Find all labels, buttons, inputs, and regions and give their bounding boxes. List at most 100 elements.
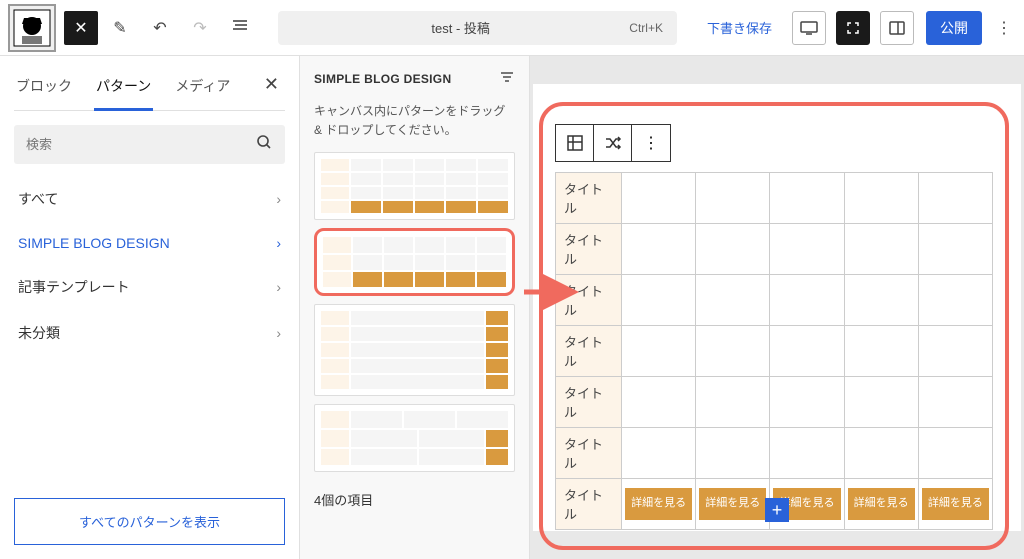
block-toolbar: ⋮ (555, 124, 671, 162)
detail-button[interactable]: 詳細を見る (848, 488, 915, 519)
pattern-thumbnail-4[interactable] (314, 404, 515, 472)
list-icon (231, 16, 249, 39)
shortcut-hint: Ctrl+K (629, 21, 663, 35)
table-cell[interactable] (918, 428, 992, 479)
table-cell[interactable] (844, 275, 918, 326)
edit-tool[interactable]: ✎ (102, 10, 138, 46)
table-cell[interactable] (696, 173, 770, 224)
table-cell[interactable] (622, 275, 696, 326)
table-cell[interactable] (844, 173, 918, 224)
table-cell[interactable] (770, 173, 844, 224)
table-cell[interactable] (918, 326, 992, 377)
row-header[interactable]: タイトル (556, 173, 622, 224)
add-block-button[interactable]: + (765, 498, 789, 522)
table-cell[interactable] (918, 377, 992, 428)
row-header[interactable]: タイトル (556, 377, 622, 428)
table-cell[interactable] (622, 377, 696, 428)
table-cell[interactable] (918, 224, 992, 275)
publish-button[interactable]: 公開 (926, 11, 982, 45)
row-header[interactable]: タイトル (556, 224, 622, 275)
table-cell: 詳細を見る (622, 479, 696, 530)
table-cell: 詳細を見る (696, 479, 770, 530)
table-cell[interactable] (696, 326, 770, 377)
detail-button[interactable]: 詳細を見る (699, 488, 766, 519)
pattern-category-title: SIMPLE BLOG DESIGN (314, 72, 451, 86)
close-icon: ✕ (264, 74, 279, 94)
site-logo[interactable] (8, 4, 56, 52)
close-editor-button[interactable]: ✕ (64, 11, 98, 45)
block-type-button[interactable] (556, 125, 594, 161)
table-cell[interactable] (844, 326, 918, 377)
category-simple-blog-design[interactable]: SIMPLE BLOG DESIGN › (14, 222, 285, 264)
table-cell[interactable] (622, 428, 696, 479)
pattern-thumbnail-2[interactable] (314, 228, 515, 296)
tab-patterns[interactable]: パターン (94, 70, 153, 111)
table-cell[interactable] (770, 377, 844, 428)
show-all-patterns-button[interactable]: すべてのパターンを表示 (14, 498, 285, 545)
table-cell[interactable] (696, 275, 770, 326)
document-title-bar[interactable]: test - 投稿 Ctrl+K (278, 11, 677, 45)
table-cell[interactable] (770, 428, 844, 479)
table-cell[interactable] (844, 428, 918, 479)
save-draft-button[interactable]: 下書き保存 (697, 18, 782, 37)
detail-button[interactable]: 詳細を見る (922, 488, 989, 519)
chevron-right-icon: › (276, 279, 281, 295)
category-label: 記事テンプレート (18, 277, 130, 297)
dots-icon: ⋮ (996, 18, 1012, 38)
pattern-hint-text: キャンバス内にパターンをドラッグ & ドロップしてください。 (314, 102, 515, 140)
category-uncategorized[interactable]: 未分類 › (14, 310, 285, 356)
row-header[interactable]: タイトル (556, 326, 622, 377)
search-icon (255, 133, 273, 156)
table-cell[interactable] (622, 326, 696, 377)
view-desktop-button[interactable] (792, 11, 826, 45)
sidebar-icon (889, 21, 905, 35)
expand-icon (846, 21, 860, 35)
redo-button[interactable]: ↷ (182, 10, 218, 46)
chevron-right-icon: › (276, 235, 281, 251)
category-all[interactable]: すべて › (14, 176, 285, 222)
redo-icon: ↷ (193, 18, 206, 38)
document-title: test - 投稿 (292, 18, 629, 37)
table-cell[interactable] (696, 428, 770, 479)
block-shuffle-button[interactable] (594, 125, 632, 161)
pattern-thumbnail-3[interactable] (314, 304, 515, 396)
pattern-search-input[interactable] (26, 137, 255, 152)
undo-button[interactable]: ↶ (142, 10, 178, 46)
pencil-icon: ✎ (113, 18, 126, 38)
table-cell: 詳細を見る (844, 479, 918, 530)
dots-icon: ⋮ (643, 133, 659, 153)
table-cell[interactable] (918, 275, 992, 326)
close-inserter-button[interactable]: ✕ (258, 70, 285, 110)
more-options-button[interactable]: ⋮ (992, 18, 1016, 38)
view-tablet-button[interactable] (836, 11, 870, 45)
table-cell[interactable] (696, 224, 770, 275)
row-header[interactable]: タイトル (556, 479, 622, 530)
table-cell[interactable] (770, 326, 844, 377)
table-cell[interactable] (770, 275, 844, 326)
table-cell[interactable] (844, 224, 918, 275)
pattern-thumbnail-1[interactable] (314, 152, 515, 220)
row-header[interactable]: タイトル (556, 428, 622, 479)
table-cell[interactable] (696, 377, 770, 428)
table-cell[interactable] (918, 173, 992, 224)
detail-button[interactable]: 詳細を見る (625, 488, 692, 519)
table-cell[interactable] (622, 173, 696, 224)
category-label: すべて (18, 189, 58, 209)
sidebar-toggle-button[interactable] (880, 11, 914, 45)
filter-icon[interactable] (499, 70, 515, 88)
document-outline-button[interactable] (222, 10, 258, 46)
table-cell: 詳細を見る (918, 479, 992, 530)
plus-icon: + (772, 500, 783, 521)
table-cell[interactable] (770, 224, 844, 275)
desktop-icon (800, 21, 818, 35)
tab-media[interactable]: メディア (173, 70, 232, 110)
block-more-button[interactable]: ⋮ (632, 125, 670, 161)
category-article-template[interactable]: 記事テンプレート › (14, 264, 285, 310)
comparison-table-block[interactable]: タイトルタイトルタイトルタイトルタイトルタイトルタイトル詳細を見る詳細を見る詳細… (555, 172, 993, 530)
tab-blocks[interactable]: ブロック (14, 70, 74, 110)
table-cell[interactable] (844, 377, 918, 428)
selected-block-highlight: ⋮ タイトルタイトルタイトルタイトルタイトルタイトルタイトル詳細を見る詳細を見る… (539, 102, 1009, 550)
close-icon: ✕ (74, 18, 87, 38)
table-cell[interactable] (622, 224, 696, 275)
table-icon (566, 134, 584, 152)
